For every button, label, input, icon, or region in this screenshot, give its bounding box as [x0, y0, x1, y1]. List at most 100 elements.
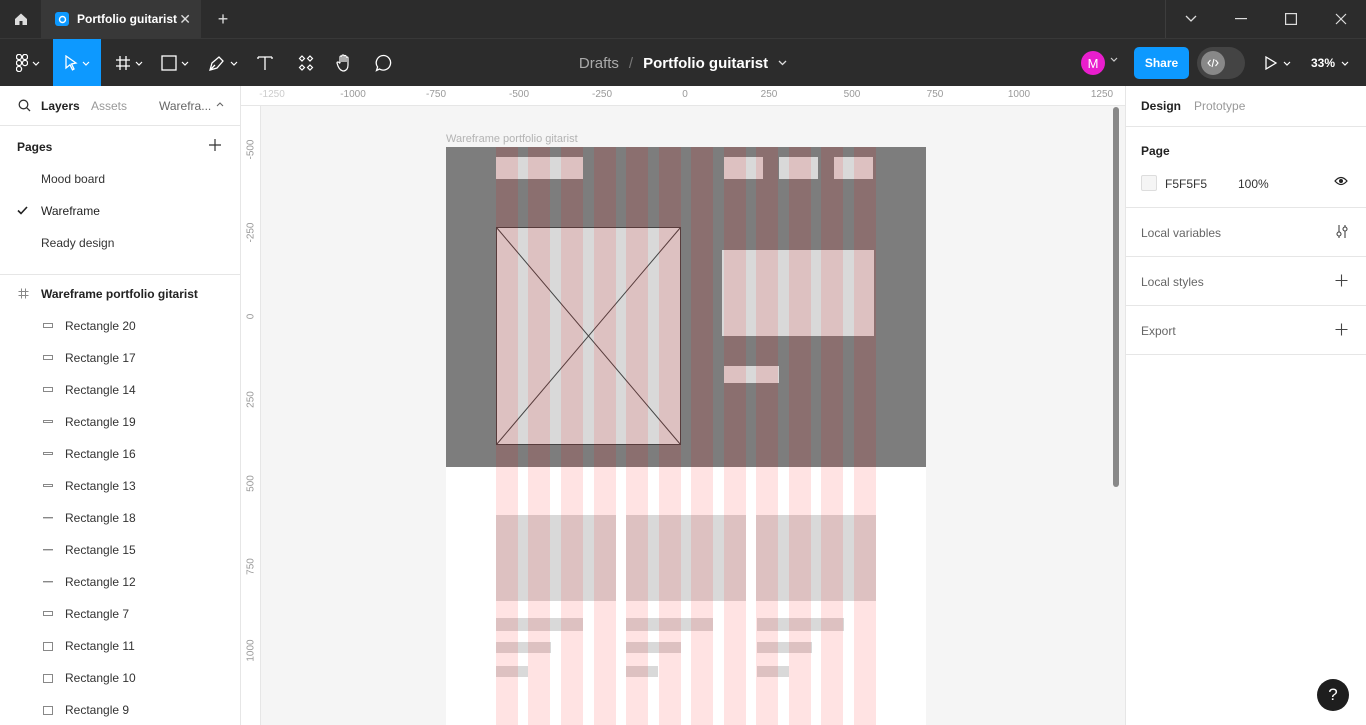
- rectangle-layer-icon: [43, 484, 53, 487]
- chevron-down-icon: [181, 61, 189, 66]
- layer-rectangle-20[interactable]: Rectangle 20: [0, 314, 240, 338]
- page-item-mood-board[interactable]: Mood board: [41, 172, 105, 186]
- ruler-tick: 1250: [1090, 89, 1114, 100]
- local-styles-section[interactable]: Local styles: [1141, 275, 1204, 289]
- tab-layers[interactable]: Layers: [41, 99, 80, 113]
- variables-icon[interactable]: [1335, 224, 1349, 239]
- frame-tool[interactable]: [110, 39, 148, 87]
- layer-rectangle-9[interactable]: Rectangle 9: [0, 698, 240, 722]
- hand-tool[interactable]: [331, 39, 357, 87]
- rectangle-layer-icon: [43, 452, 53, 455]
- layer-rectangle-15[interactable]: Rectangle 15: [0, 538, 240, 562]
- chevron-down-icon: [1283, 61, 1291, 66]
- present-button[interactable]: [1265, 39, 1291, 87]
- divider: [0, 274, 240, 275]
- move-tool[interactable]: [53, 39, 101, 87]
- tab-prototype[interactable]: Prototype: [1194, 99, 1245, 113]
- page-color-swatch[interactable]: [1141, 175, 1157, 191]
- layer-rectangle-10[interactable]: Rectangle 10: [0, 666, 240, 690]
- text-tool[interactable]: [252, 39, 278, 87]
- tab-assets[interactable]: Assets: [91, 99, 127, 113]
- layer-rectangle-11[interactable]: Rectangle 11: [0, 634, 240, 658]
- wireframe-frame[interactable]: [446, 147, 926, 725]
- minimize-button[interactable]: [1216, 0, 1266, 38]
- layout-grid-column: [724, 147, 746, 725]
- layer-label: Rectangle 17: [65, 351, 136, 365]
- help-button[interactable]: ?: [1317, 679, 1349, 711]
- layout-grid-column: [496, 147, 518, 725]
- ruler-vertical: -500 -250 0 250 500 750 1000: [241, 106, 261, 725]
- avatar[interactable]: M: [1081, 51, 1105, 75]
- main-menu-button[interactable]: [8, 39, 48, 87]
- file-name[interactable]: Portfolio guitarist: [643, 55, 768, 72]
- maximize-button[interactable]: [1266, 0, 1316, 38]
- pen-icon: [209, 56, 224, 71]
- share-button[interactable]: Share: [1134, 47, 1189, 79]
- layer-rectangle-12[interactable]: Rectangle 12: [0, 570, 240, 594]
- image-placeholder[interactable]: [496, 227, 681, 445]
- layer-rectangle-7[interactable]: Rectangle 7: [0, 602, 240, 626]
- new-tab-button[interactable]: +: [210, 6, 236, 32]
- close-tab-icon[interactable]: ✕: [179, 11, 191, 28]
- ruler-tick: -1250: [259, 89, 285, 100]
- shape-tool[interactable]: [156, 39, 194, 87]
- layout-grid-column: [789, 147, 811, 725]
- export-section[interactable]: Export: [1141, 324, 1176, 338]
- layout-grid-column: [756, 147, 778, 725]
- layer-rectangle-13[interactable]: Rectangle 13: [0, 474, 240, 498]
- chevron-down-icon: [135, 61, 143, 66]
- comment-tool[interactable]: [371, 39, 397, 87]
- layout-grid-column: [626, 147, 648, 725]
- frame-title[interactable]: Wareframe portfolio gitarist: [446, 133, 578, 145]
- layer-rectangle-16[interactable]: Rectangle 16: [0, 442, 240, 466]
- pages-heading: Pages: [17, 140, 53, 154]
- chevron-down-icon: [1341, 61, 1349, 66]
- local-variables-section[interactable]: Local variables: [1141, 226, 1221, 240]
- home-button[interactable]: [0, 0, 41, 38]
- divider: [1126, 354, 1366, 355]
- chevron-up-icon[interactable]: [216, 102, 224, 107]
- file-tab[interactable]: Portfolio guitarist ✕: [41, 0, 201, 38]
- page-color-value[interactable]: F5F5F5: [1165, 177, 1207, 191]
- ruler-tick: 1000: [1007, 89, 1031, 100]
- pen-tool[interactable]: [203, 39, 243, 87]
- rectangle-layer-icon: [43, 420, 53, 423]
- close-window-button[interactable]: [1316, 0, 1366, 38]
- add-page-icon[interactable]: [208, 138, 222, 152]
- eye-icon[interactable]: [1334, 176, 1348, 186]
- page-item-ready-design[interactable]: Ready design: [41, 236, 114, 250]
- add-export-icon[interactable]: [1335, 323, 1348, 336]
- dev-mode-toggle[interactable]: [1197, 47, 1245, 79]
- canvas-scrollbar[interactable]: [1113, 107, 1119, 487]
- layer-label: Rectangle 15: [65, 543, 136, 557]
- left-panel-tabs: Layers Assets Warefra...: [0, 86, 240, 126]
- divider: [1126, 126, 1366, 127]
- page-item-wareframe[interactable]: Wareframe: [41, 204, 100, 218]
- tab-design[interactable]: Design: [1141, 99, 1181, 113]
- tab-title: Portfolio guitarist: [77, 12, 177, 26]
- layer-frame[interactable]: Wareframe portfolio gitarist: [0, 282, 240, 306]
- layer-rectangle-14[interactable]: Rectangle 14: [0, 378, 240, 402]
- layer-label: Rectangle 16: [65, 447, 136, 461]
- frame-layer-label: Wareframe portfolio gitarist: [41, 287, 198, 301]
- breadcrumb-drafts[interactable]: Drafts: [579, 55, 619, 72]
- zoom-menu[interactable]: 33%: [1311, 39, 1349, 87]
- resources-tool[interactable]: [293, 39, 319, 87]
- search-icon[interactable]: [18, 99, 31, 112]
- chevron-down-icon[interactable]: [778, 60, 787, 66]
- layer-label: Rectangle 12: [65, 575, 136, 589]
- layer-rectangle-17[interactable]: Rectangle 17: [0, 346, 240, 370]
- ruler-tick: 0: [682, 89, 688, 100]
- add-style-icon[interactable]: [1335, 274, 1348, 287]
- layer-rectangle-18[interactable]: Rectangle 18: [0, 506, 240, 530]
- chevron-down-icon[interactable]: [1110, 57, 1118, 62]
- page-switcher[interactable]: Warefra...: [159, 99, 211, 113]
- layout-grid-column: [659, 147, 681, 725]
- canvas[interactable]: Wareframe portfolio gitarist: [262, 107, 1125, 725]
- rectangle-layer-icon: [43, 674, 53, 683]
- code-icon: [1201, 51, 1225, 75]
- page-opacity-value[interactable]: 100%: [1238, 177, 1269, 191]
- layout-grid-column: [854, 147, 876, 725]
- chevron-down-icon[interactable]: [1166, 0, 1216, 38]
- layer-rectangle-19[interactable]: Rectangle 19: [0, 410, 240, 434]
